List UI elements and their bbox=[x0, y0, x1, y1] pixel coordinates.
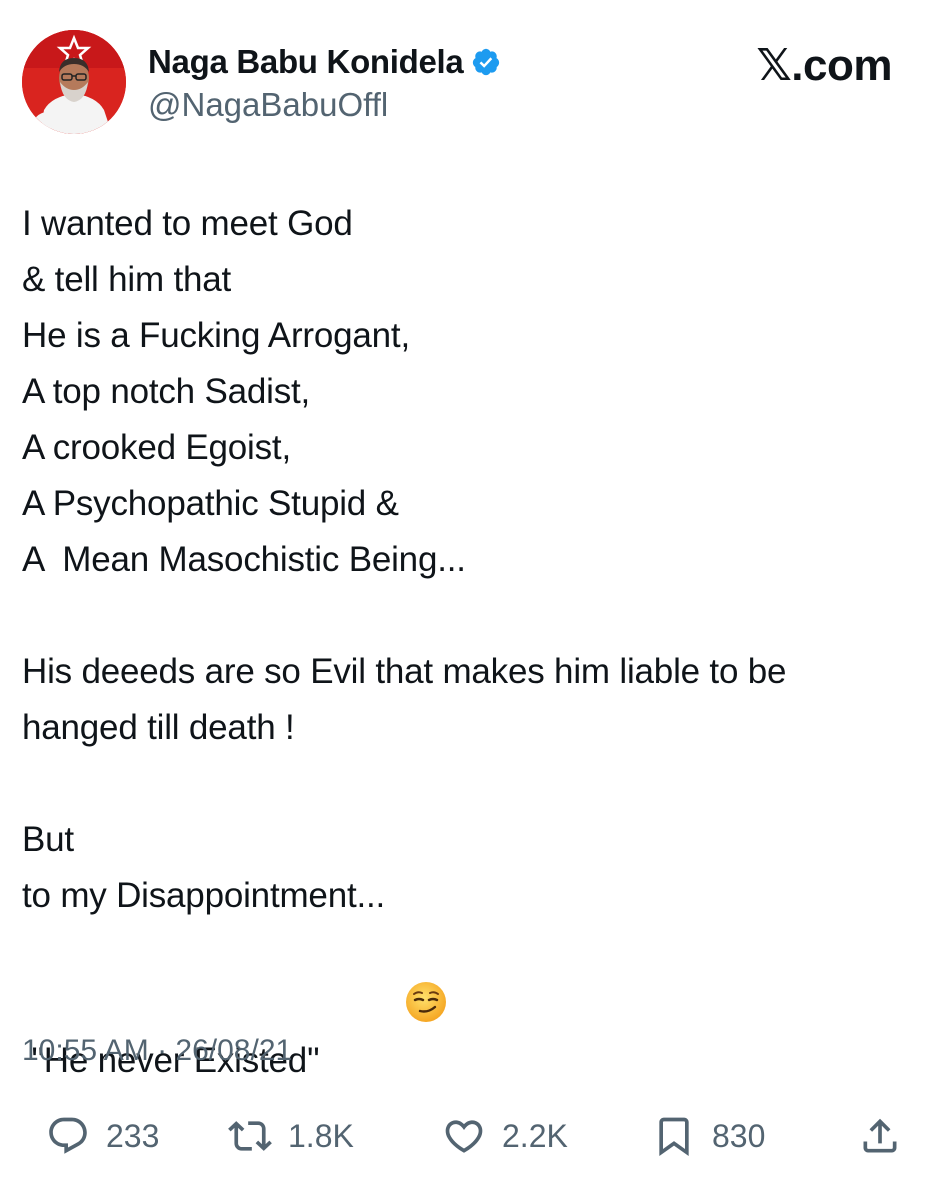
tweet-line: He is a Fucking Arrogant, bbox=[22, 316, 410, 355]
avatar[interactable] bbox=[22, 30, 126, 134]
tweet-line: & tell him that bbox=[22, 260, 232, 299]
share-icon bbox=[863, 1118, 897, 1153]
repost-icon bbox=[228, 1121, 272, 1151]
x-brand-logo: 𝕏.com bbox=[756, 41, 892, 90]
tweet-line: His deeeds are so Evil that makes him li… bbox=[22, 652, 787, 691]
tweet-card: Naga Babu Konidela @NagaBabuOffl 𝕏.com I… bbox=[0, 0, 938, 1200]
tweet-last-line-wrap: "He never Existed" bbox=[22, 924, 922, 1080]
verified-badge-icon bbox=[471, 47, 501, 77]
tweet-timestamp[interactable]: 10:55 AM · 26/08/21 bbox=[22, 1034, 292, 1068]
repost-button[interactable]: 1.8K bbox=[228, 1108, 354, 1164]
tweet-line: A top notch Sadist, bbox=[22, 372, 311, 411]
repost-count: 1.8K bbox=[288, 1117, 354, 1154]
tweet-line: A Psychopathic Stupid & bbox=[22, 484, 399, 523]
avatar-photo bbox=[22, 30, 126, 134]
bookmark-button[interactable]: 830 bbox=[652, 1108, 765, 1164]
author-name-row[interactable]: Naga Babu Konidela bbox=[148, 43, 501, 81]
tweet-line: A crooked Egoist, bbox=[22, 428, 291, 467]
reply-count: 233 bbox=[106, 1117, 160, 1154]
smirking-face-emoji-icon bbox=[327, 924, 446, 1022]
like-button[interactable]: 2.2K bbox=[442, 1108, 568, 1164]
reply-button[interactable]: 233 bbox=[46, 1108, 159, 1164]
tweet-line: I wanted to meet God bbox=[22, 204, 353, 243]
reply-icon bbox=[49, 1117, 87, 1154]
author-handle[interactable]: @NagaBabuOffl bbox=[148, 86, 388, 124]
bookmark-icon bbox=[659, 1117, 689, 1157]
share-button[interactable] bbox=[858, 1108, 902, 1164]
author-display-name[interactable]: Naga Babu Konidela bbox=[148, 43, 464, 81]
like-count: 2.2K bbox=[502, 1117, 568, 1154]
bookmark-count: 830 bbox=[712, 1117, 766, 1154]
tweet-line: hanged till death ! bbox=[22, 708, 295, 747]
tweet-line: to my Disappointment... bbox=[22, 876, 386, 915]
tweet-action-bar: 233 1.8K 2.2K 830 bbox=[0, 1108, 938, 1164]
tweet-line: A Mean Masochistic Being... bbox=[22, 540, 466, 579]
tweet-line: But bbox=[22, 820, 74, 859]
tweet-text: I wanted to meet God & tell him that He … bbox=[22, 196, 922, 1080]
heart-icon bbox=[445, 1120, 483, 1153]
